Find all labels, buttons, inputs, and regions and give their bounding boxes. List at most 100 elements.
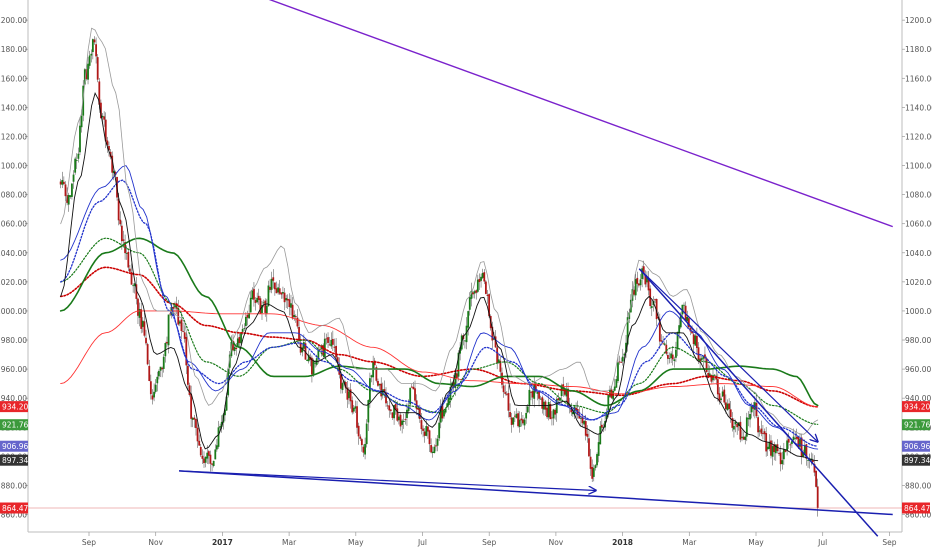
candle-down: [736, 423, 739, 428]
candle-down: [389, 409, 392, 411]
price-tag-label-right: 897.34: [904, 456, 930, 465]
candle-down: [143, 321, 146, 336]
candle-down: [475, 290, 478, 293]
candle-down: [816, 486, 819, 508]
candle-down: [779, 452, 782, 465]
candle-down: [522, 419, 524, 424]
candle-down: [618, 361, 621, 363]
candle-down: [386, 405, 389, 407]
x-tick-label: Sep: [82, 538, 96, 547]
candle-down: [589, 456, 592, 469]
candle-up: [443, 410, 445, 417]
candle-up: [673, 359, 676, 362]
candle-up: [744, 436, 747, 441]
candle-down: [404, 419, 407, 420]
candle-down: [778, 452, 780, 454]
candle-down: [538, 391, 540, 399]
candle-down: [396, 408, 399, 421]
candle-down: [195, 419, 197, 428]
candle-up: [285, 298, 288, 301]
candle-up: [71, 183, 73, 197]
candle-up: [67, 194, 70, 205]
candle-up: [364, 443, 366, 455]
candle-up: [159, 366, 162, 371]
candle-down: [654, 299, 656, 301]
y-tick-label-right: 1180.00: [905, 45, 932, 54]
candle-up: [476, 279, 479, 292]
candle-down: [185, 336, 188, 366]
candle-up: [61, 180, 64, 185]
candle-up: [621, 356, 624, 362]
candle-up: [794, 437, 797, 439]
candle-up: [243, 328, 246, 329]
candle-up: [293, 315, 296, 317]
price-tag-label-left: 921.76: [2, 421, 28, 430]
candle-up: [425, 426, 428, 436]
candle-down: [145, 337, 147, 344]
candle-up: [156, 376, 159, 384]
candle-down: [530, 391, 532, 393]
y-tick-label-left: 960.00: [1, 365, 27, 374]
candle-down: [647, 279, 650, 291]
candle-up: [552, 409, 555, 419]
candle-down: [148, 365, 151, 381]
candle-down: [633, 289, 635, 295]
y-tick-label-left: 1080.00: [0, 191, 27, 200]
candle-up: [90, 53, 93, 56]
candle-down: [187, 365, 189, 385]
candle-down: [209, 454, 212, 464]
candle-up: [747, 418, 750, 420]
candle-up: [617, 362, 619, 382]
candle-down: [357, 425, 360, 437]
candle-up: [670, 353, 673, 359]
candle-up: [596, 454, 598, 466]
price-tag-label-right: 864.47: [904, 504, 930, 513]
candle-up: [401, 420, 404, 425]
candle-down: [362, 446, 365, 453]
candle-down: [286, 298, 289, 301]
candle-down: [380, 383, 383, 397]
candle-up: [306, 359, 308, 361]
x-tick-label: May: [748, 538, 764, 547]
candle-down: [296, 317, 299, 327]
candle-up: [468, 297, 471, 310]
candle-down: [800, 437, 803, 458]
y-tick-label-right: 1200.00: [905, 16, 932, 25]
candle-up: [771, 446, 774, 457]
candle-down: [182, 331, 184, 332]
candle-up: [580, 417, 582, 419]
candle-up: [536, 392, 539, 394]
candle-up: [191, 417, 194, 420]
candle-up: [270, 278, 273, 290]
x-tick-label: Sep: [482, 538, 496, 547]
candle-up: [277, 287, 280, 293]
y-tick-label-left: 1020.00: [0, 278, 27, 287]
candle-up: [733, 425, 735, 430]
candle-down: [335, 345, 337, 358]
candle-up: [236, 338, 239, 347]
candle-up: [154, 384, 157, 392]
candle-up: [365, 423, 368, 445]
candle-down: [127, 251, 130, 268]
candle-down: [188, 385, 191, 395]
candle-up: [79, 125, 81, 153]
candle-down: [692, 334, 695, 345]
candle-up: [758, 430, 761, 432]
candle-up: [547, 402, 550, 418]
candle-down: [196, 427, 199, 442]
candle-down: [412, 386, 415, 390]
price-chart[interactable]: 1200.00 1200.00 1180.00 1180.00 1160.00 1160.…: [0, 0, 932, 550]
y-tick-label-left: 1040.00: [0, 249, 27, 258]
y-tick-label-right: 1020.00: [905, 278, 932, 287]
y-tick-label-right: 1000.00: [905, 307, 932, 316]
y-tick-label-left: 1000.00: [0, 307, 27, 316]
candle-up: [526, 406, 529, 413]
candle-down: [472, 292, 474, 295]
candle-up: [597, 442, 600, 456]
chart-canvas[interactable]: 1200.00 1200.00 1180.00 1180.00 1160.00 1160.…: [0, 0, 932, 550]
y-tick-label-right: 1120.00: [905, 132, 932, 141]
candle-up: [650, 306, 653, 308]
candle-down: [377, 380, 379, 386]
candle-up: [162, 356, 165, 369]
candle-down: [586, 433, 589, 437]
